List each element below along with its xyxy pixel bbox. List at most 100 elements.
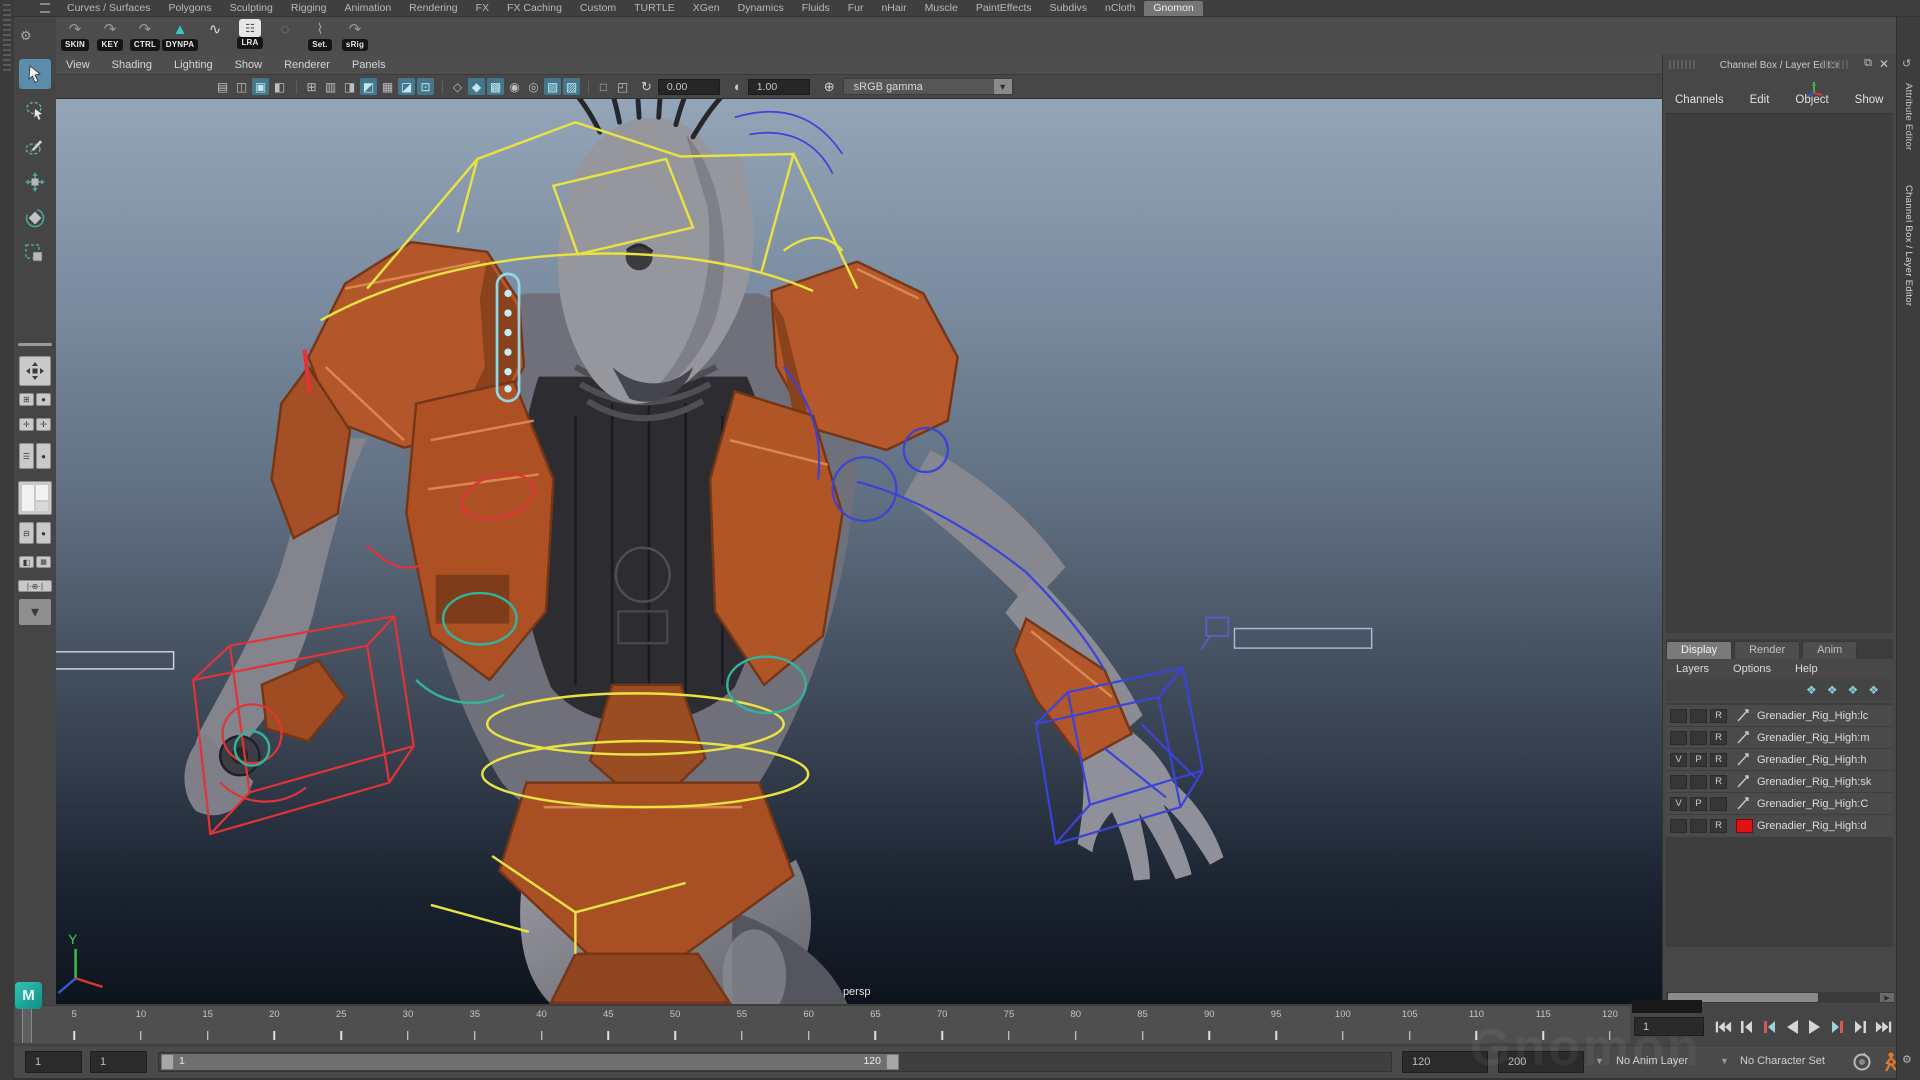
image-plane-icon[interactable]: ◧ [271, 78, 288, 95]
vp-menu-view[interactable]: View [66, 59, 90, 71]
menu-muscle[interactable]: Muscle [916, 1, 967, 16]
play-forwards-button[interactable] [1804, 1016, 1825, 1038]
vp-menu-renderer[interactable]: Renderer [284, 59, 330, 71]
tab-channel-box[interactable]: Channel Box / Layer Editor [1903, 185, 1914, 306]
layer-playback-toggle[interactable] [1690, 819, 1707, 833]
exposure-field[interactable]: 0.00 [658, 79, 720, 95]
menu-fx[interactable]: FX [467, 1, 498, 16]
layout-four-pane-buttons[interactable]: ⊞ ● [19, 393, 51, 413]
menu-xgen[interactable]: XGen [684, 1, 729, 16]
textured-icon[interactable]: ▩ [487, 78, 504, 95]
layer-menu-layers[interactable]: Layers [1676, 663, 1709, 675]
move-layer-up-icon[interactable]: ❖ [1806, 683, 1817, 697]
wireframe-icon[interactable]: ◇ [449, 78, 466, 95]
layer-row[interactable]: VPRGrenadier_Rig_High:h [1666, 749, 1893, 770]
step-back-frame-button[interactable] [1735, 1016, 1756, 1038]
menu-sculpting[interactable]: Sculpting [221, 1, 282, 16]
layout-hypershade-button[interactable]: ⊟ ● [19, 522, 51, 551]
dock-grip-icon[interactable] [3, 4, 11, 74]
layout-graph-button[interactable]: ◧ ▦ [19, 556, 51, 575]
gamma-field[interactable]: 1.00 [748, 79, 810, 95]
motion-blur-icon[interactable]: ▨ [563, 78, 580, 95]
resolution-gate-icon[interactable]: ◨ [341, 78, 358, 95]
shelf-item-skin[interactable]: ↷SKIN [58, 19, 92, 51]
character-set-selector[interactable]: No Character Set [1740, 1055, 1825, 1067]
character-set-chevron-icon[interactable]: ▼ [1720, 1056, 1729, 1066]
layout-dropdown-button[interactable]: ▾ [19, 599, 51, 625]
layout-wide-button[interactable]: |·⊕·| [18, 580, 52, 592]
layout-four-pane-buttons-2[interactable]: ✛ ✛ [19, 418, 51, 438]
layer-wireframe-icon[interactable] [1736, 797, 1753, 811]
current-time-marker[interactable] [22, 1007, 32, 1043]
isolate-select-icon[interactable]: ◰ [614, 78, 631, 95]
lasso-tool-button[interactable] [19, 95, 51, 125]
rotate-tool-button[interactable] [19, 203, 51, 233]
range-slider-active[interactable]: 1 120 [161, 1054, 899, 1070]
shelf-item-dynpa[interactable]: ▲DYNPA [163, 19, 197, 51]
layer-display-type-toggle[interactable]: R [1710, 819, 1727, 833]
layer-display-type-toggle[interactable]: R [1710, 731, 1727, 745]
layer-visibility-toggle[interactable] [1670, 709, 1687, 723]
shelf-item-ik-handle-shelf-icon[interactable]: ∿ [198, 19, 232, 39]
new-empty-layer-icon[interactable]: ❖ [1847, 683, 1858, 697]
move-layer-down-icon[interactable]: ❖ [1827, 683, 1838, 697]
shelf-item-cluster-shelf-icon[interactable]: ◌ [268, 19, 302, 39]
menu-polygons[interactable]: Polygons [159, 1, 220, 16]
channel-box-menu-channels[interactable]: Channels [1675, 94, 1724, 106]
dock-settings-icon[interactable]: ⚙ [1902, 1053, 1912, 1066]
channel-box-menu-edit[interactable]: Edit [1750, 94, 1770, 106]
layer-wireframe-icon[interactable] [1736, 753, 1753, 767]
layout-single-pane-button[interactable] [19, 356, 51, 386]
time-slider[interactable]: 5101520253035404550556065707580859095100… [14, 1005, 1630, 1043]
step-forward-key-button[interactable] [1827, 1016, 1848, 1038]
shelf-item-set-[interactable]: ⌇Set. [303, 19, 337, 51]
safe-title-icon[interactable]: ⊡ [417, 78, 434, 95]
menu-rigging[interactable]: Rigging [282, 1, 336, 16]
menu-animation[interactable]: Animation [335, 1, 400, 16]
menubar-grip-icon[interactable] [40, 3, 50, 13]
menu-gnomon[interactable]: Gnomon [1144, 1, 1202, 16]
scrollbar-arrow-icon[interactable]: ▶ [1880, 993, 1894, 1002]
field-chart-icon[interactable]: ▦ [379, 78, 396, 95]
shelf-item-ctrl[interactable]: ↷CTRL [128, 19, 162, 51]
layer-row[interactable]: RGrenadier_Rig_High:d [1666, 815, 1893, 836]
menu-dynamics[interactable]: Dynamics [729, 1, 793, 16]
layer-row[interactable]: RGrenadier_Rig_High:m [1666, 727, 1893, 748]
shelf-item-srig[interactable]: ↷sRig [338, 19, 372, 51]
vp-menu-shading[interactable]: Shading [112, 59, 152, 71]
safe-action-icon[interactable]: ◪ [398, 78, 415, 95]
camera-attributes-icon[interactable]: ◫ [233, 78, 250, 95]
go-to-start-button[interactable] [1712, 1016, 1733, 1038]
layer-row[interactable]: RGrenadier_Rig_High:sk [1666, 771, 1893, 792]
camera-lock-icon[interactable]: ▤ [214, 78, 231, 95]
menu-custom[interactable]: Custom [571, 1, 625, 16]
shelf-item-lra[interactable]: ☷LRA [233, 19, 267, 49]
menu-ncloth[interactable]: nCloth [1096, 1, 1144, 16]
xray-icon[interactable]: □ [595, 78, 612, 95]
step-forward-frame-button[interactable] [1850, 1016, 1871, 1038]
new-layer-from-selected-icon[interactable]: ❖ [1868, 683, 1879, 697]
go-to-end-button[interactable] [1873, 1016, 1894, 1038]
grid-icon[interactable]: ⊞ [303, 78, 320, 95]
layer-list-empty-area[interactable] [1666, 837, 1893, 947]
panel-grip-icon[interactable] [1669, 60, 1697, 69]
bookmark-icon[interactable]: ▣ [252, 78, 269, 95]
exposure-icon[interactable]: ↻ [641, 79, 652, 95]
auto-keyframe-icon[interactable] [1852, 1052, 1872, 1077]
channel-box-menu-show[interactable]: Show [1855, 94, 1884, 106]
layer-row[interactable]: VPGrenadier_Rig_High:C [1666, 793, 1893, 814]
channel-list-area[interactable] [1666, 113, 1893, 633]
close-icon[interactable]: ✕ [1879, 57, 1889, 71]
layer-visibility-toggle[interactable]: V [1670, 797, 1687, 811]
layer-visibility-toggle[interactable] [1670, 731, 1687, 745]
ao-icon[interactable]: ▧ [544, 78, 561, 95]
layer-playback-toggle[interactable]: P [1690, 753, 1707, 767]
shadows-icon[interactable]: ◎ [525, 78, 542, 95]
select-tool-button[interactable] [19, 59, 51, 89]
menu-painteffects[interactable]: PaintEffects [967, 1, 1041, 16]
menu-turtle[interactable]: TURTLE [625, 1, 684, 16]
layout-two-pane-button[interactable] [18, 481, 52, 515]
vp-menu-lighting[interactable]: Lighting [174, 59, 213, 71]
range-end-handle[interactable] [886, 1054, 899, 1070]
menu-rendering[interactable]: Rendering [400, 1, 466, 16]
